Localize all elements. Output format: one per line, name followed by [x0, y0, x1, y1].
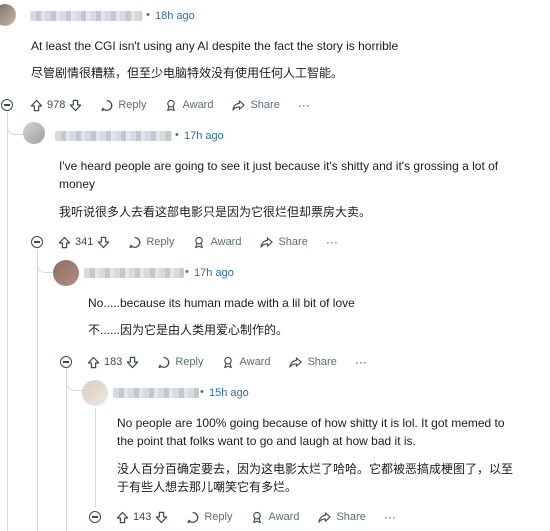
upvote-icon[interactable]	[87, 356, 100, 369]
collapse-icon[interactable]	[31, 236, 43, 248]
separator-dot: •	[146, 9, 150, 21]
vote-count: 143	[133, 511, 152, 523]
comment-text: I've heard people are going to see it ju…	[59, 159, 499, 173]
comment-text: At least the CGI isn't using any AI desp…	[31, 39, 399, 53]
downvote-icon[interactable]	[126, 356, 139, 369]
separator-dot: •	[185, 266, 189, 278]
more-options-button[interactable]: ···	[326, 235, 338, 249]
thread-line-4	[95, 408, 96, 508]
comment-translation: 尽管剧情很糟糕，但至少电脑特效没有使用任何人工智能。	[31, 66, 344, 80]
upvote-icon[interactable]	[58, 236, 71, 249]
reply-label: Reply	[175, 356, 204, 368]
collapse-icon[interactable]	[1, 99, 13, 111]
award-icon	[253, 511, 262, 523]
award-button[interactable]: Award	[250, 511, 299, 524]
comment-translation: 我听说很多人去看这部电影只是因为它很烂但却票房大卖。	[59, 205, 372, 219]
award-icon	[167, 99, 176, 111]
award-button[interactable]: Award	[164, 99, 213, 112]
reply-button[interactable]: Reply	[186, 511, 232, 524]
award-label: Award	[239, 356, 271, 368]
share-icon	[289, 356, 303, 368]
award-label: Award	[210, 236, 242, 248]
downvote-icon[interactable]	[155, 511, 168, 524]
vote-count: 978	[47, 99, 66, 111]
award-label: Award	[182, 99, 214, 111]
award-button[interactable]: Award	[192, 236, 241, 249]
avatar[interactable]	[0, 4, 16, 26]
share-label: Share	[307, 356, 337, 368]
reply-icon	[101, 99, 113, 111]
username-blurred[interactable]	[113, 388, 199, 398]
vote-group: 341	[58, 236, 110, 249]
reply-button[interactable]: Reply	[100, 99, 146, 112]
downvote-icon[interactable]	[97, 236, 110, 249]
reply-label: Reply	[146, 236, 175, 248]
share-button[interactable]: Share	[288, 356, 337, 369]
share-button[interactable]: Share	[231, 99, 280, 112]
share-button[interactable]: Share	[259, 236, 308, 249]
avatar[interactable]	[23, 122, 45, 144]
more-options-button[interactable]: ···	[298, 98, 310, 112]
reply-button[interactable]: Reply	[157, 356, 203, 369]
avatar[interactable]	[53, 260, 79, 286]
reply-label: Reply	[204, 511, 233, 523]
thread-line-2	[37, 250, 38, 531]
award-icon	[224, 356, 233, 368]
award-icon	[195, 236, 204, 248]
comment-text: money	[59, 177, 96, 191]
collapse-icon[interactable]	[89, 511, 101, 523]
comment-actions: 341 Reply Award Share ···	[58, 232, 338, 252]
thread-line-3	[66, 368, 67, 531]
share-icon	[260, 236, 274, 248]
comment-text: the point that folks want to go and laug…	[117, 434, 416, 448]
more-options-button[interactable]: ···	[384, 510, 396, 524]
reply-icon	[129, 236, 141, 248]
vote-count: 341	[75, 236, 94, 248]
upvote-icon[interactable]	[116, 511, 129, 524]
avatar[interactable]	[82, 380, 108, 406]
reply-button[interactable]: Reply	[128, 236, 174, 249]
award-button[interactable]: Award	[221, 356, 270, 369]
separator-dot: •	[200, 386, 204, 398]
share-label: Share	[278, 236, 308, 248]
comment-text: No people are 100% going because of how …	[117, 416, 505, 430]
share-icon	[232, 99, 246, 111]
share-button[interactable]: Share	[317, 511, 366, 524]
reply-icon	[158, 356, 170, 368]
comment-text: No.....because its human made with a lil…	[88, 296, 355, 310]
award-label: Award	[268, 511, 300, 523]
username-blurred[interactable]	[30, 11, 142, 21]
vote-group: 143	[116, 511, 168, 524]
comment-translation: 没人百分百确定要去，因为这电影太烂了哈哈。它都被恶搞成梗图了，以至	[117, 462, 514, 476]
comment-actions: 183 Reply Award Share ···	[87, 352, 367, 372]
comment-translation: 于有些人想去那儿嘲笑它有多烂。	[117, 480, 298, 494]
timestamp[interactable]: 15h ago	[209, 387, 249, 399]
thread-line-1	[7, 112, 8, 531]
vote-count: 183	[104, 356, 123, 368]
vote-group: 978	[30, 99, 82, 112]
reply-icon	[187, 511, 199, 523]
upvote-icon[interactable]	[30, 99, 43, 112]
username-blurred[interactable]	[55, 131, 172, 141]
collapse-icon[interactable]	[60, 356, 72, 368]
share-label: Share	[336, 511, 366, 523]
vote-group: 183	[87, 356, 139, 369]
comment-translation: 不......因为它是由人类用爱心制作的。	[88, 323, 289, 337]
share-icon	[318, 511, 332, 523]
timestamp[interactable]: 17h ago	[194, 267, 234, 279]
share-label: Share	[250, 99, 280, 111]
username-blurred[interactable]	[84, 268, 184, 278]
comment-actions: 978 Reply Award Share ···	[30, 95, 310, 115]
timestamp[interactable]: 17h ago	[184, 130, 224, 142]
separator-dot: •	[175, 129, 179, 141]
timestamp[interactable]: 18h ago	[155, 10, 195, 22]
reply-label: Reply	[118, 99, 147, 111]
comment-actions: 143 Reply Award Share ···	[116, 507, 396, 527]
downvote-icon[interactable]	[69, 99, 82, 112]
more-options-button[interactable]: ···	[355, 355, 367, 369]
